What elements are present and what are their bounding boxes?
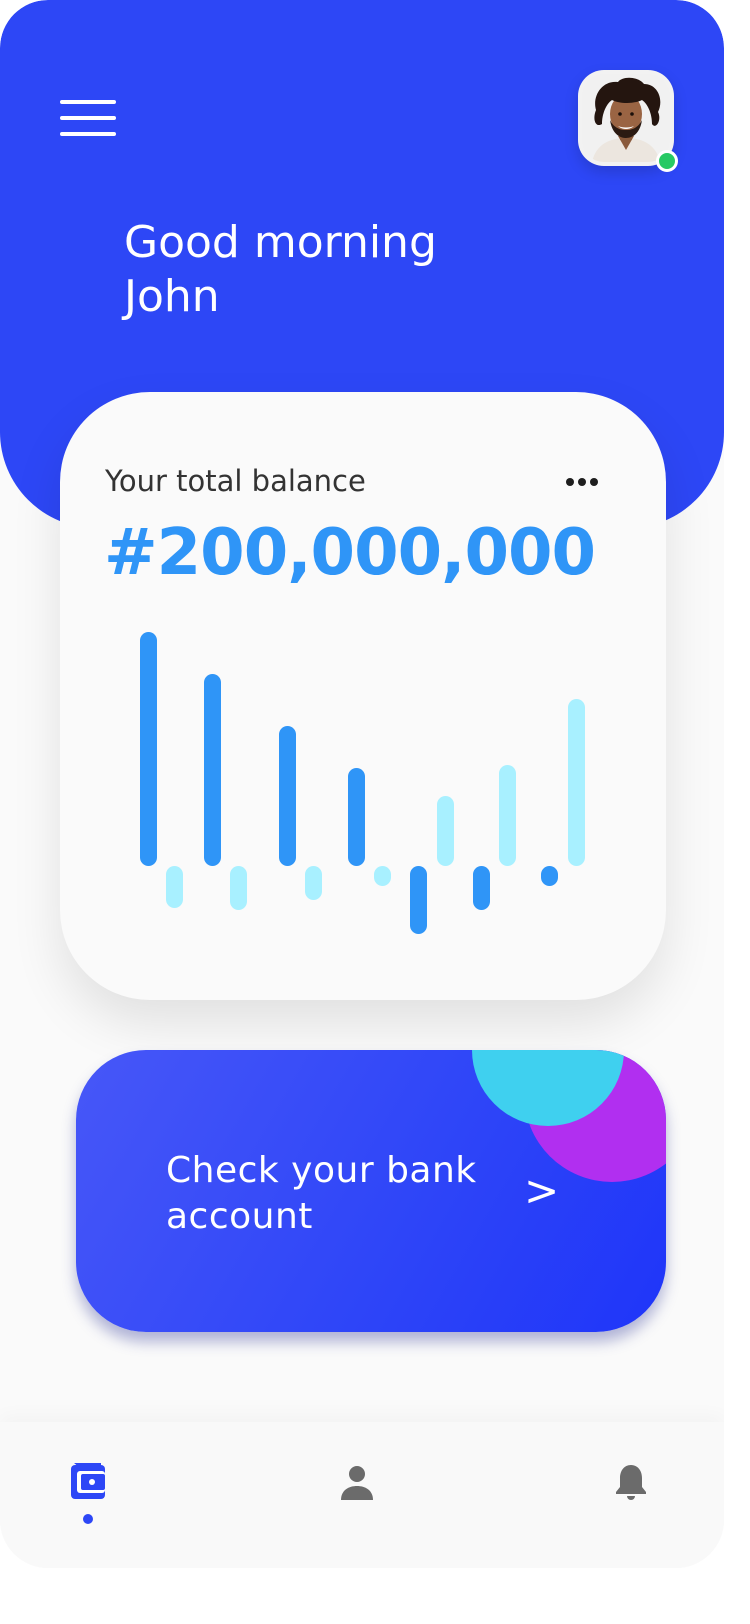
chart-bar-series-2-5 xyxy=(437,796,454,866)
bank-card-line-2: account xyxy=(166,1196,313,1237)
chart-bar-series-1-2 xyxy=(204,674,221,866)
greeting-user-name: John xyxy=(124,271,220,322)
chart-bar-series-1-4 xyxy=(348,768,365,866)
chart-bar-series-1-5 xyxy=(410,866,427,934)
user-icon xyxy=(341,1466,373,1500)
bell-icon xyxy=(616,1465,646,1500)
bank-card-line-1: Check your bank xyxy=(166,1150,477,1191)
greeting-line-1: Good morning xyxy=(124,217,437,268)
online-status-indicator xyxy=(656,150,678,172)
chart-bar-series-2-3 xyxy=(305,866,322,900)
nav-item-wallet[interactable] xyxy=(33,1422,143,1542)
chart-bar-series-1-3 xyxy=(279,726,296,866)
avatar-photo xyxy=(582,74,670,162)
chart-bar-series-2-6 xyxy=(499,765,516,866)
chart-bar-series-1-1 xyxy=(140,632,157,866)
nav-item-notifications[interactable] xyxy=(576,1422,686,1542)
chart-bar-series-2-1 xyxy=(166,866,183,908)
chart-bar-series-1-6 xyxy=(473,866,490,910)
check-bank-account-button[interactable]: Check your bank account > xyxy=(76,1050,666,1332)
balance-card: Your total balance #200,000,000 xyxy=(60,392,666,1000)
active-indicator-dot xyxy=(83,1514,93,1524)
chart-bar-series-2-2 xyxy=(230,866,247,910)
greeting: Good morning John xyxy=(124,216,437,324)
arrow-right-icon: > xyxy=(524,1166,560,1215)
chart-bar-series-1-7 xyxy=(541,866,558,886)
app-screen: Good morning John Your total balance #20… xyxy=(0,0,724,1568)
chart-bar-series-2-4 xyxy=(374,866,391,886)
bottom-navigation xyxy=(0,1422,724,1568)
hamburger-menu-icon[interactable] xyxy=(60,100,116,136)
nav-item-profile[interactable] xyxy=(302,1422,412,1542)
wallet-icon xyxy=(71,1463,105,1499)
balance-bar-chart xyxy=(140,632,585,934)
chart-bar-series-2-7 xyxy=(568,699,585,866)
bank-card-label: Check your bank account xyxy=(166,1148,477,1240)
avatar[interactable] xyxy=(578,70,678,172)
